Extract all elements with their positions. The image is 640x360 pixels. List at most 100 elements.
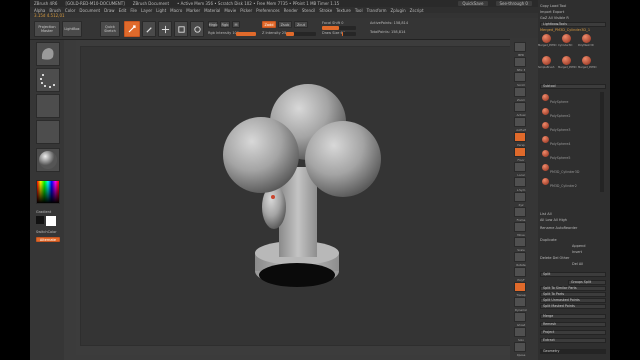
tool-thumbnail[interactable] bbox=[582, 34, 591, 43]
menu-edit[interactable]: Edit bbox=[119, 8, 127, 13]
split-to-parts-button[interactable]: Split To Parts bbox=[540, 292, 606, 297]
rename-button[interactable]: Rename bbox=[540, 226, 554, 230]
subtool-item[interactable]: PM3D_Cylinder3D bbox=[550, 170, 596, 174]
zadd-button[interactable]: Zadd bbox=[262, 21, 276, 28]
menu-preferences[interactable]: Preferences bbox=[256, 8, 280, 13]
merge-header[interactable]: Merge bbox=[540, 314, 606, 319]
quick-sketch-button[interactable]: Quick Sketch bbox=[100, 21, 120, 37]
subtool-item[interactable]: PolySphere5 bbox=[550, 156, 596, 160]
menu-stencil[interactable]: Stencil bbox=[302, 8, 316, 13]
subtool-thumbnail[interactable] bbox=[542, 122, 549, 129]
subtool-header[interactable]: Subtool bbox=[540, 84, 606, 89]
shelf-actual-button[interactable]: Actual bbox=[514, 102, 526, 117]
material-picker[interactable] bbox=[36, 148, 60, 172]
load-tool-button[interactable]: Load Tool bbox=[550, 4, 566, 8]
sculpt-model[interactable] bbox=[81, 47, 525, 347]
quicksave-button[interactable]: QuickSave bbox=[458, 1, 488, 6]
subtool-item[interactable]: PolySphere3 bbox=[550, 128, 596, 132]
menu-layer[interactable]: Layer bbox=[141, 8, 152, 13]
subtool-scrollbar[interactable] bbox=[600, 92, 604, 192]
shelf-floor-button[interactable]: Floor bbox=[514, 147, 526, 162]
split-unmasked-button[interactable]: Split Unmasked Points bbox=[540, 298, 606, 303]
menu-texture[interactable]: Texture bbox=[336, 8, 351, 13]
menu-draw[interactable]: Draw bbox=[104, 8, 114, 13]
shelf-move-button[interactable]: Move bbox=[514, 222, 526, 237]
shelf-persp-button[interactable]: Persp bbox=[514, 132, 526, 147]
menu-tool[interactable]: Tool bbox=[355, 8, 363, 13]
edit-button[interactable] bbox=[124, 21, 140, 37]
lightbox-tools-button[interactable]: Lightbox▸Tools bbox=[540, 22, 606, 27]
m-button[interactable]: M bbox=[232, 21, 240, 28]
subtool-thumbnail[interactable] bbox=[542, 150, 549, 157]
goz-button[interactable]: GoZ bbox=[540, 16, 547, 20]
shelf-rotate-button[interactable]: Rotate bbox=[514, 252, 526, 267]
delete-button[interactable]: Delete bbox=[540, 256, 552, 260]
shelf-scroll-button[interactable]: Scroll bbox=[514, 72, 526, 87]
mrgb-button[interactable]: Mrgb bbox=[208, 21, 218, 28]
subtool-thumbnail[interactable] bbox=[542, 94, 549, 101]
switch-color-label[interactable]: SwitchColor bbox=[36, 230, 57, 234]
draw-size-slider[interactable] bbox=[342, 32, 356, 36]
subtool-thumbnail[interactable] bbox=[542, 164, 549, 171]
color-picker[interactable] bbox=[36, 180, 60, 204]
tool-thumbnail[interactable] bbox=[542, 56, 551, 65]
shelf-dynamic-button[interactable]: Dynamic bbox=[514, 297, 527, 312]
menu-movie[interactable]: Movie bbox=[224, 8, 236, 13]
split-header[interactable]: Split bbox=[540, 272, 606, 277]
del-all-button[interactable]: Del All bbox=[572, 262, 583, 267]
see-through-slider[interactable]: See-through 0 bbox=[495, 1, 532, 6]
shelf-xyz-button[interactable]: Xyz bbox=[514, 192, 526, 207]
menu-render[interactable]: Render bbox=[284, 8, 298, 13]
alternate-button[interactable]: Alternate bbox=[36, 237, 60, 242]
rgb-intensity-slider[interactable] bbox=[236, 32, 256, 36]
split-to-similar-button[interactable]: Split To Similar Parts bbox=[540, 286, 606, 291]
shelf-xpose-button[interactable]: Xpose bbox=[514, 342, 526, 357]
del-other-button[interactable]: Del Other bbox=[553, 256, 570, 260]
shelf-local-button[interactable]: Local bbox=[514, 162, 526, 177]
extract-header[interactable]: Extract bbox=[540, 338, 606, 343]
insert-button[interactable]: Insert bbox=[572, 250, 582, 255]
shelf-polyf-button[interactable]: PolyF bbox=[514, 267, 526, 282]
duplicate-button[interactable]: Duplicate bbox=[540, 238, 557, 243]
move-button[interactable] bbox=[158, 21, 172, 37]
shelf-solo-button[interactable]: Solo bbox=[514, 327, 526, 342]
shelf-spix-3-button[interactable]: SPix 3 bbox=[514, 57, 526, 72]
z-intensity-slider[interactable] bbox=[286, 32, 316, 36]
menu-macro[interactable]: Macro bbox=[170, 8, 182, 13]
subtool-item[interactable]: PolySphere bbox=[550, 100, 596, 104]
menu-picker[interactable]: Picker bbox=[240, 8, 252, 13]
all-button[interactable]: All bbox=[548, 16, 552, 20]
lightbox-button[interactable]: LightBox bbox=[62, 21, 82, 37]
tool-thumbnail[interactable] bbox=[542, 34, 551, 43]
subtool-thumbnail[interactable] bbox=[542, 136, 549, 143]
document-viewport[interactable] bbox=[80, 46, 524, 346]
split-masked-button[interactable]: Split Masked Points bbox=[540, 304, 606, 309]
all-low-button[interactable]: All Low bbox=[540, 218, 552, 222]
subtool-thumbnail[interactable] bbox=[542, 178, 549, 185]
r-button[interactable]: R bbox=[566, 16, 568, 20]
menu-file[interactable]: File bbox=[130, 8, 137, 13]
projection-master-button[interactable]: Projection Master bbox=[34, 21, 60, 37]
rgb-button[interactable]: Rgb bbox=[220, 21, 230, 28]
shelf-ghost-button[interactable]: Ghost bbox=[514, 312, 526, 327]
secondary-color-swatch[interactable] bbox=[36, 216, 44, 224]
menu-color[interactable]: Color bbox=[65, 8, 75, 13]
export-button[interactable]: Export bbox=[553, 10, 564, 14]
menu-brush[interactable]: Brush bbox=[49, 8, 61, 13]
subtool-item[interactable]: PM3D_Cylinder2 bbox=[550, 184, 596, 188]
menu-document[interactable]: Document bbox=[79, 8, 100, 13]
scale-button[interactable] bbox=[174, 21, 188, 37]
menu-zscript[interactable]: Zscript bbox=[410, 8, 424, 13]
auto-reorder-button[interactable]: AutoReorder bbox=[555, 226, 577, 230]
texture-picker[interactable] bbox=[36, 120, 60, 144]
tool-thumbnail[interactable] bbox=[562, 56, 571, 65]
menu-zplugin[interactable]: Zplugin bbox=[391, 8, 406, 13]
import-button[interactable]: Import bbox=[540, 10, 552, 14]
menu-material[interactable]: Material bbox=[204, 8, 220, 13]
rotate-button[interactable] bbox=[190, 21, 204, 37]
shelf-scale-button[interactable]: Scale bbox=[514, 237, 526, 252]
menu-alpha[interactable]: Alpha bbox=[34, 8, 45, 13]
canvas-area[interactable] bbox=[76, 40, 536, 355]
alpha-picker[interactable] bbox=[36, 94, 60, 118]
brush-picker[interactable] bbox=[36, 42, 60, 66]
